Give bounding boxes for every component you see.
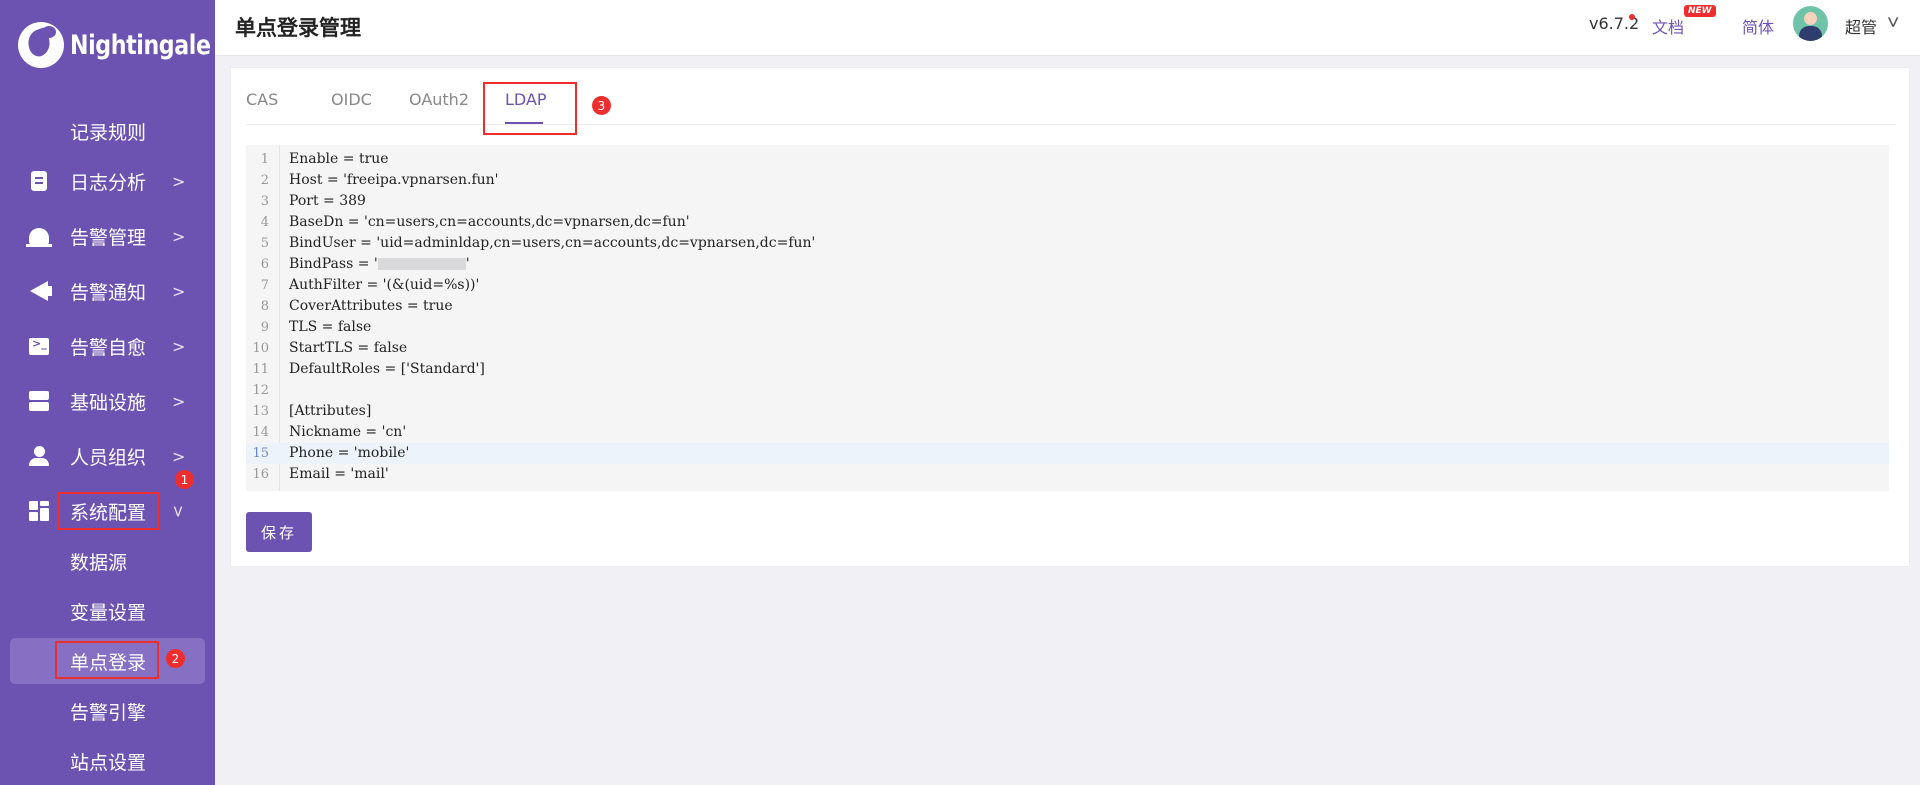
sidebar-item-datasource[interactable]: 数据源	[0, 538, 215, 584]
code-line: 4 BaseDn = 'cn=users,cn=accounts,dc=vpnar…	[260, 214, 690, 230]
code-line: 3 Port = 389	[260, 193, 366, 209]
sidebar-item-site-settings[interactable]: 站点设置	[0, 738, 215, 784]
brand-name: Nightingale	[70, 29, 211, 61]
chevron-right-icon: >	[172, 336, 186, 356]
logo[interactable]: Nightingale	[18, 22, 241, 68]
code-line: 1 Enable = true	[260, 151, 389, 167]
nightingale-logo-icon	[18, 22, 64, 68]
code-line: 9 TLS = false	[260, 319, 372, 335]
sidebar-item-variables[interactable]: 变量设置	[0, 588, 215, 634]
redacted-password	[377, 258, 466, 270]
top-header: 单点登录管理 v6.7.2 文档 NEW 简体 超管 >	[215, 0, 1920, 56]
tab-cas[interactable]: CAS	[246, 90, 278, 109]
sidebar-item-label: 人员组织	[70, 446, 147, 469]
megaphone-icon	[28, 280, 52, 302]
code-line: 10 StartTLS = false	[252, 340, 408, 356]
code-line: 13 [Attributes]	[252, 403, 372, 419]
sso-tabs: CAS OIDC OAuth2 LDAP 3	[246, 68, 1896, 135]
sso-config-card: CAS OIDC OAuth2 LDAP 3 1 Enable = true 2H…	[230, 67, 1910, 567]
page-title: 单点登录管理	[235, 16, 361, 40]
chevron-right-icon: >	[172, 171, 186, 191]
chevron-down-icon[interactable]: >	[1882, 16, 1905, 29]
code-line: 12	[252, 383, 269, 398]
update-dot-icon	[1629, 14, 1635, 20]
chevron-right-icon: >	[172, 281, 186, 301]
bell-icon	[26, 225, 52, 247]
annotation-marker-1: 1	[175, 470, 194, 489]
sidebar: Nightingale 记录规则 日志分析 > 告警管理 > 告警通知 > 告警…	[0, 0, 215, 785]
sidebar-item-label: 告警引擎	[70, 701, 147, 724]
sidebar-item-alert-management[interactable]: 告警管理 >	[0, 213, 215, 259]
sidebar-item-label: 记录规则	[70, 121, 147, 144]
code-line: 7 AuthFilter = '(&(uid=%s))'	[260, 277, 480, 293]
sidebar-item-alert-self-healing[interactable]: 告警自愈 >	[0, 323, 215, 369]
chevron-right-icon: >	[172, 391, 186, 411]
tab-oidc[interactable]: OIDC	[331, 90, 372, 109]
document-icon	[28, 170, 50, 192]
grid-icon	[28, 500, 50, 522]
sidebar-item-label: 日志分析	[70, 171, 147, 194]
code-line: 16 Email = 'mail'	[252, 466, 389, 482]
annotation-marker-3: 3	[592, 96, 611, 115]
sidebar-item-label: 基础设施	[70, 391, 147, 414]
code-line: 8 CoverAttributes = true	[260, 298, 453, 314]
sidebar-item-log-analysis[interactable]: 日志分析 >	[0, 158, 215, 204]
tab-oauth2[interactable]: OAuth2	[409, 90, 469, 109]
highlight-box-system-config	[58, 492, 159, 530]
server-icon	[28, 390, 50, 412]
highlight-box-ldap-tab	[483, 82, 577, 135]
save-button[interactable]: 保存	[246, 512, 312, 552]
code-line: 2 Host = 'freeipa.vpnarsen.fun'	[260, 172, 499, 188]
sidebar-item-alert-notification[interactable]: 告警通知 >	[0, 268, 215, 314]
sidebar-item-infrastructure[interactable]: 基础设施 >	[0, 378, 215, 424]
sidebar-item-alert-engine[interactable]: 告警引擎	[0, 688, 215, 734]
sidebar-item-label: 站点设置	[70, 751, 147, 774]
language-switch[interactable]: 简体	[1742, 14, 1774, 38]
chevron-right-icon: >	[172, 446, 186, 466]
highlight-box-sso	[55, 641, 159, 679]
code-line: 14 Nickname = 'cn'	[252, 424, 407, 440]
avatar[interactable]	[1793, 6, 1828, 41]
sidebar-item-label: 告警通知	[70, 281, 147, 304]
code-line: 6 BindPass = ' '	[260, 256, 470, 272]
code-line-highlighted: 15 Phone = 'mobile'	[246, 443, 1889, 464]
annotation-marker-2: 2	[166, 649, 185, 668]
chevron-right-icon: >	[172, 226, 186, 246]
docs-link[interactable]: 文档	[1652, 14, 1684, 38]
username[interactable]: 超管	[1845, 14, 1877, 38]
sidebar-item-record-rules[interactable]: 记录规则	[0, 108, 215, 154]
chevron-down-icon: >	[169, 504, 189, 518]
sidebar-item-label: 变量设置	[70, 601, 147, 624]
sidebar-item-label: 数据源	[70, 551, 128, 574]
ldap-config-editor[interactable]: 1 Enable = true 2 Host = 'freeipa.vpnarsen…	[246, 145, 1889, 491]
sidebar-item-label: 告警自愈	[70, 336, 147, 359]
terminal-icon	[28, 335, 50, 357]
new-badge: NEW	[1684, 5, 1716, 17]
sidebar-item-label: 告警管理	[70, 226, 147, 249]
code-line: 11 DefaultRoles = ['Standard']	[252, 361, 485, 377]
user-icon	[28, 445, 50, 467]
code-line: 5 BindUser = 'uid=adminldap,cn=users,cn=a…	[260, 235, 816, 251]
